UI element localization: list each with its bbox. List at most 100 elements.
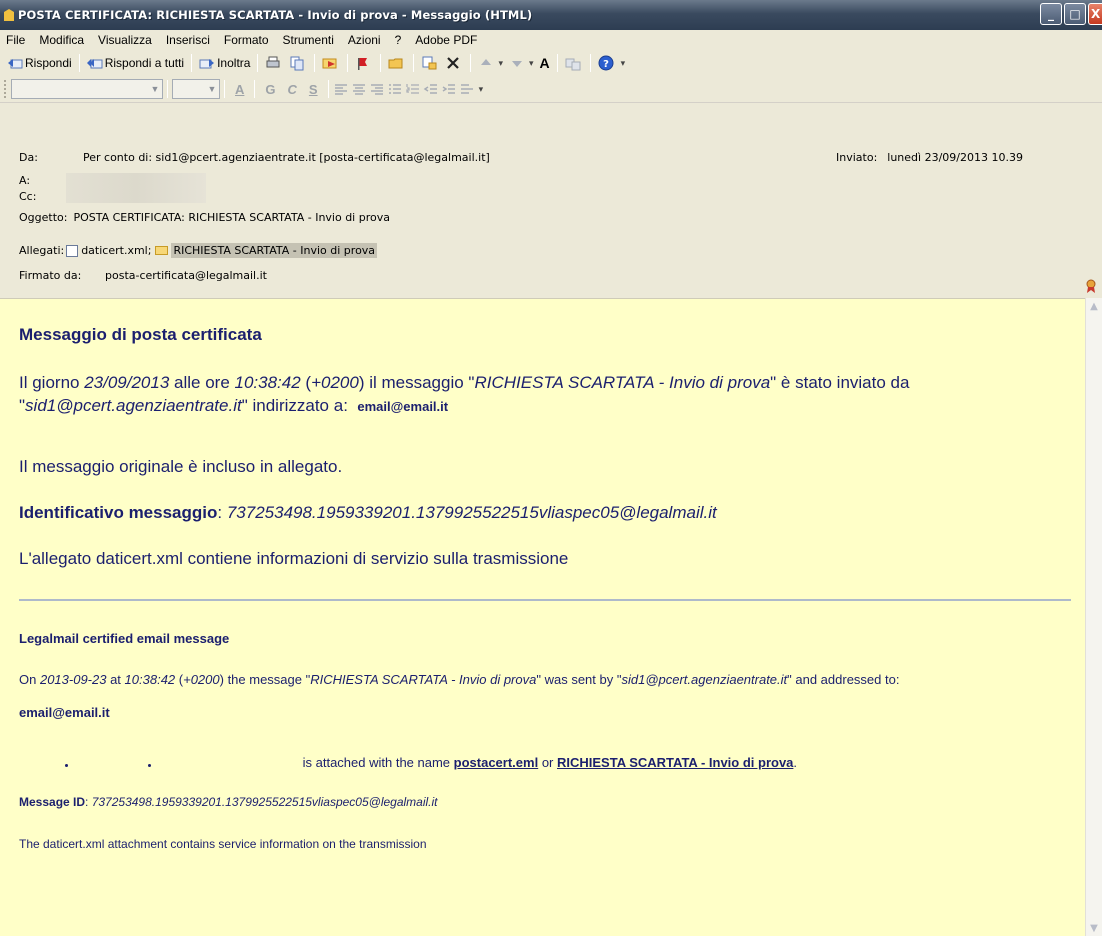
toolbar-options-icon[interactable]: ▾ bbox=[479, 84, 484, 95]
attachment-message[interactable]: RICHIESTA SCARTATA - Invio di prova bbox=[171, 243, 378, 258]
minimize-button[interactable]: _ bbox=[1040, 3, 1062, 25]
encoding-icon bbox=[565, 55, 581, 71]
svg-text:?: ? bbox=[603, 59, 609, 70]
toolbar-separator bbox=[347, 54, 349, 72]
toolbar-grip[interactable] bbox=[4, 80, 7, 98]
bulleted-list-icon[interactable] bbox=[387, 81, 403, 97]
font-size-button[interactable]: A bbox=[537, 52, 553, 74]
english-recipient-address[interactable]: email@email.it bbox=[19, 705, 110, 720]
chevron-down-icon: ▼ bbox=[150, 84, 160, 94]
from-value[interactable]: Per conto di: sid1@pcert.agenziaentrate.… bbox=[83, 151, 490, 164]
forward-icon bbox=[199, 55, 215, 71]
align-left-icon[interactable] bbox=[333, 81, 349, 97]
chevron-down-icon: ▼ bbox=[207, 84, 217, 94]
recipient-address[interactable]: email@email.it bbox=[357, 399, 448, 414]
next-item-button[interactable]: ▾ bbox=[506, 52, 537, 74]
digital-signature-icon[interactable] bbox=[1085, 279, 1097, 293]
body-paragraph-italian-1: Il giorno 23/09/2013 alle ore 10:38:42 (… bbox=[19, 373, 910, 415]
move-button[interactable] bbox=[319, 52, 343, 74]
envelope-icon bbox=[4, 9, 14, 21]
horizontal-rule-icon[interactable] bbox=[459, 81, 475, 97]
envelope-arrow-icon bbox=[322, 55, 338, 71]
toolbar-separator bbox=[254, 80, 256, 98]
sent-value: lunedì 23/09/2013 10.39 bbox=[887, 151, 1023, 164]
reply-all-button[interactable]: Rispondi a tutti bbox=[84, 52, 187, 74]
font-size-icon: A bbox=[539, 55, 550, 71]
increase-indent-icon[interactable] bbox=[441, 81, 457, 97]
menu-strumenti[interactable]: Strumenti bbox=[283, 33, 334, 47]
scroll-down-icon[interactable]: ▼ bbox=[1086, 920, 1102, 936]
redacted-text bbox=[19, 753, 299, 767]
align-right-icon[interactable] bbox=[369, 81, 385, 97]
reply-button[interactable]: Rispondi bbox=[4, 52, 75, 74]
toolbar-separator bbox=[257, 54, 259, 72]
folder-icon bbox=[388, 55, 404, 71]
font-color-button[interactable]: A bbox=[235, 82, 244, 97]
link-original-message[interactable]: RICHIESTA SCARTATA - Invio di prova bbox=[557, 755, 793, 770]
underline-button[interactable]: S bbox=[309, 82, 318, 97]
flag-button[interactable] bbox=[352, 52, 376, 74]
help-button[interactable]: ? bbox=[595, 52, 619, 74]
subject-row: Oggetto: POSTA CERTIFICATA: RICHIESTA SC… bbox=[19, 211, 390, 224]
menu-azioni[interactable]: Azioni bbox=[348, 33, 381, 47]
menu-inserisci[interactable]: Inserisci bbox=[166, 33, 210, 47]
menu-visualizza[interactable]: Visualizza bbox=[98, 33, 152, 47]
menu-help[interactable]: ? bbox=[395, 33, 402, 47]
copy-button[interactable] bbox=[286, 52, 310, 74]
body-paragraph-english-2: is attached with the name postacert.eml … bbox=[19, 753, 797, 770]
font-size-select[interactable]: ▼ bbox=[172, 79, 220, 99]
signed-value: posta-certificata@legalmail.it bbox=[105, 269, 267, 282]
encoding-button[interactable] bbox=[562, 52, 586, 74]
delete-icon bbox=[445, 55, 461, 71]
window-title: POSTA CERTIFICATA: RICHIESTA SCARTATA - … bbox=[18, 8, 533, 22]
menu-adobe-pdf[interactable]: Adobe PDF bbox=[415, 33, 477, 47]
print-button[interactable] bbox=[262, 52, 286, 74]
message-body: Messaggio di posta certificata Il giorno… bbox=[0, 298, 1085, 936]
toolbar-separator bbox=[556, 54, 558, 72]
attachment-daticert[interactable]: daticert.xml; bbox=[81, 244, 151, 257]
toolbar-separator bbox=[314, 54, 316, 72]
xml-file-icon bbox=[66, 244, 79, 257]
toolbar-separator bbox=[167, 80, 168, 98]
forward-button[interactable]: Inoltra bbox=[196, 52, 253, 74]
body-paragraph-english-4: The daticert.xml attachment contains ser… bbox=[19, 837, 427, 851]
toolbar-separator bbox=[327, 80, 329, 98]
menu-modifica[interactable]: Modifica bbox=[39, 33, 84, 47]
font-family-select[interactable]: ▼ bbox=[11, 79, 163, 99]
cc-label: Cc: bbox=[19, 190, 37, 203]
menu-formato[interactable]: Formato bbox=[224, 33, 269, 47]
italic-button[interactable]: C bbox=[288, 82, 297, 97]
delete-button[interactable] bbox=[442, 52, 466, 74]
maximize-button[interactable]: □ bbox=[1064, 3, 1086, 25]
sent-label: Inviato: bbox=[836, 151, 878, 164]
numbered-list-icon[interactable] bbox=[405, 81, 421, 97]
body-paragraph-italian-4: L'allegato daticert.xml contiene informa… bbox=[19, 549, 569, 568]
signed-row: Firmato da: posta-certificata@legalmail.… bbox=[19, 269, 267, 282]
vertical-scrollbar[interactable]: ▲ ▼ bbox=[1085, 298, 1102, 936]
close-button[interactable]: X bbox=[1088, 3, 1102, 25]
align-center-icon[interactable] bbox=[351, 81, 367, 97]
toolbar-separator bbox=[224, 80, 225, 98]
arrow-down-icon bbox=[509, 55, 525, 71]
bold-button[interactable]: G bbox=[265, 82, 275, 97]
scroll-up-icon[interactable]: ▲ bbox=[1086, 298, 1102, 314]
from-label: Da: bbox=[19, 151, 38, 164]
decrease-indent-icon[interactable] bbox=[423, 81, 439, 97]
toolbar-separator bbox=[78, 54, 80, 72]
toolbar-options-icon[interactable]: ▾ bbox=[621, 58, 626, 69]
toolbar-separator bbox=[589, 54, 591, 72]
message-id-english: Message ID: 737253498.1959339201.1379925… bbox=[19, 795, 438, 809]
open-folder-button[interactable] bbox=[385, 52, 409, 74]
title-bar: POSTA CERTIFICATA: RICHIESTA SCARTATA - … bbox=[0, 0, 1102, 30]
attachments-row: Allegati: daticert.xml; RICHIESTA SCARTA… bbox=[19, 243, 378, 258]
toolbar-separator bbox=[413, 54, 415, 72]
reply-icon bbox=[7, 55, 23, 71]
menu-file[interactable]: File bbox=[6, 33, 25, 47]
move-to-folder-button[interactable] bbox=[418, 52, 442, 74]
window-controls: _ □ X bbox=[1040, 3, 1102, 25]
link-postacert[interactable]: postacert.eml bbox=[454, 755, 539, 770]
toolbar-separator bbox=[470, 54, 472, 72]
toolbar-separator bbox=[380, 54, 382, 72]
previous-item-button[interactable]: ▾ bbox=[475, 52, 506, 74]
body-title: Messaggio di posta certificata bbox=[19, 325, 262, 344]
